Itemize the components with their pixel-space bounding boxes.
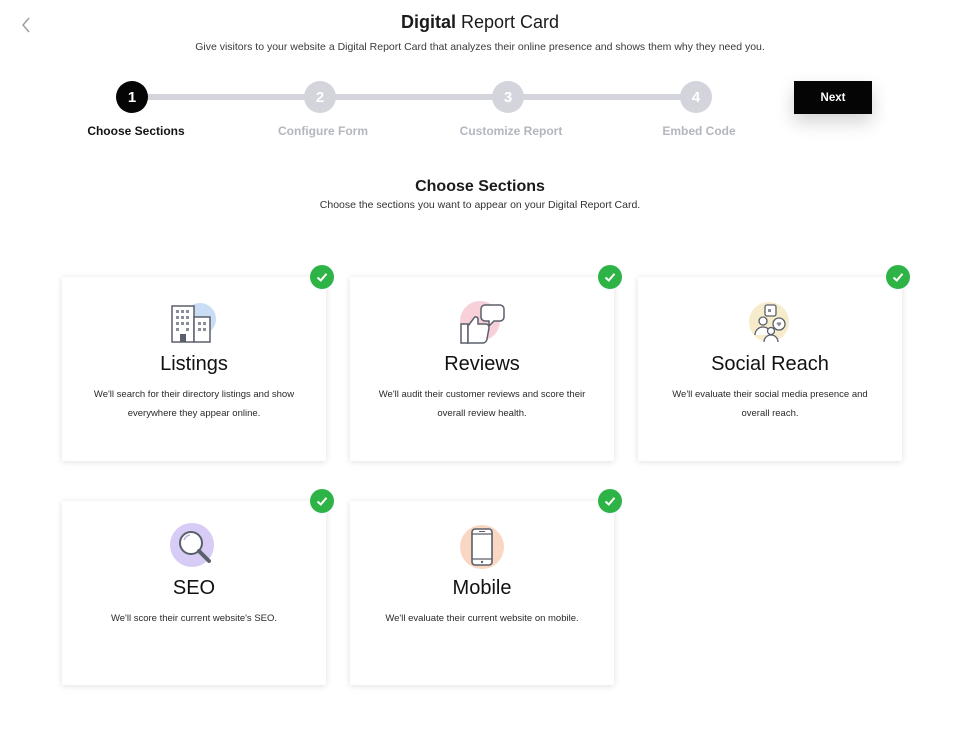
thumbs-up-chat-icon <box>458 299 506 347</box>
step-4-circle[interactable]: 4 <box>680 81 712 113</box>
card-description: We'll search for their directory listing… <box>93 389 295 419</box>
reviews-selected-check[interactable] <box>598 265 622 289</box>
card-title: Social Reach <box>711 353 829 375</box>
card-listings[interactable]: Listings We'll search for their director… <box>62 277 326 461</box>
card-title: Listings <box>160 353 228 375</box>
page-title: Digital Report Card <box>400 12 560 32</box>
card-description: We'll audit their customer reviews and s… <box>378 389 586 419</box>
step-1-label[interactable]: Choose Sections <box>61 124 211 138</box>
next-button[interactable]: Next <box>794 81 872 114</box>
card-mobile[interactable]: Mobile We'll evaluate their current webs… <box>350 501 614 685</box>
seo-selected-check[interactable] <box>310 489 334 513</box>
mobile-selected-check[interactable] <box>598 489 622 513</box>
card-title: Reviews <box>444 353 520 375</box>
card-title: Mobile <box>452 577 512 599</box>
card-social-reach[interactable]: Social Reach We'll evaluate their social… <box>638 277 902 461</box>
building-icon <box>170 299 218 347</box>
magnifier-icon <box>170 523 218 571</box>
card-seo[interactable]: SEO We'll score their current website's … <box>62 501 326 685</box>
section-title: Choose Sections <box>415 178 545 195</box>
social-people-icon <box>746 299 794 347</box>
page-subtitle: Give visitors to your website a Digital … <box>195 41 765 53</box>
listings-selected-check[interactable] <box>310 265 334 289</box>
card-reviews[interactable]: Reviews We'll audit their customer revie… <box>350 277 614 461</box>
step-3-circle[interactable]: 3 <box>492 81 524 113</box>
step-3-label[interactable]: Customize Report <box>436 124 586 138</box>
section-subtitle: Choose the sections you want to appear o… <box>319 199 641 211</box>
check-icon <box>316 497 328 506</box>
check-icon <box>604 273 616 282</box>
stepper-track <box>132 94 696 100</box>
check-icon <box>604 497 616 506</box>
mobile-phone-icon <box>458 523 506 571</box>
card-description: We'll evaluate their social media presen… <box>672 389 868 419</box>
step-2-circle[interactable]: 2 <box>304 81 336 113</box>
check-icon <box>892 273 904 282</box>
card-title: SEO <box>172 577 216 599</box>
step-1-circle[interactable]: 1 <box>116 81 148 113</box>
check-icon <box>316 273 328 282</box>
step-2-label[interactable]: Configure Form <box>248 124 398 138</box>
social-reach-selected-check[interactable] <box>886 265 910 289</box>
step-4-label[interactable]: Embed Code <box>624 124 774 138</box>
card-description: We'll evaluate their current website on … <box>385 613 579 624</box>
card-description: We'll score their current website's SEO. <box>110 613 278 624</box>
